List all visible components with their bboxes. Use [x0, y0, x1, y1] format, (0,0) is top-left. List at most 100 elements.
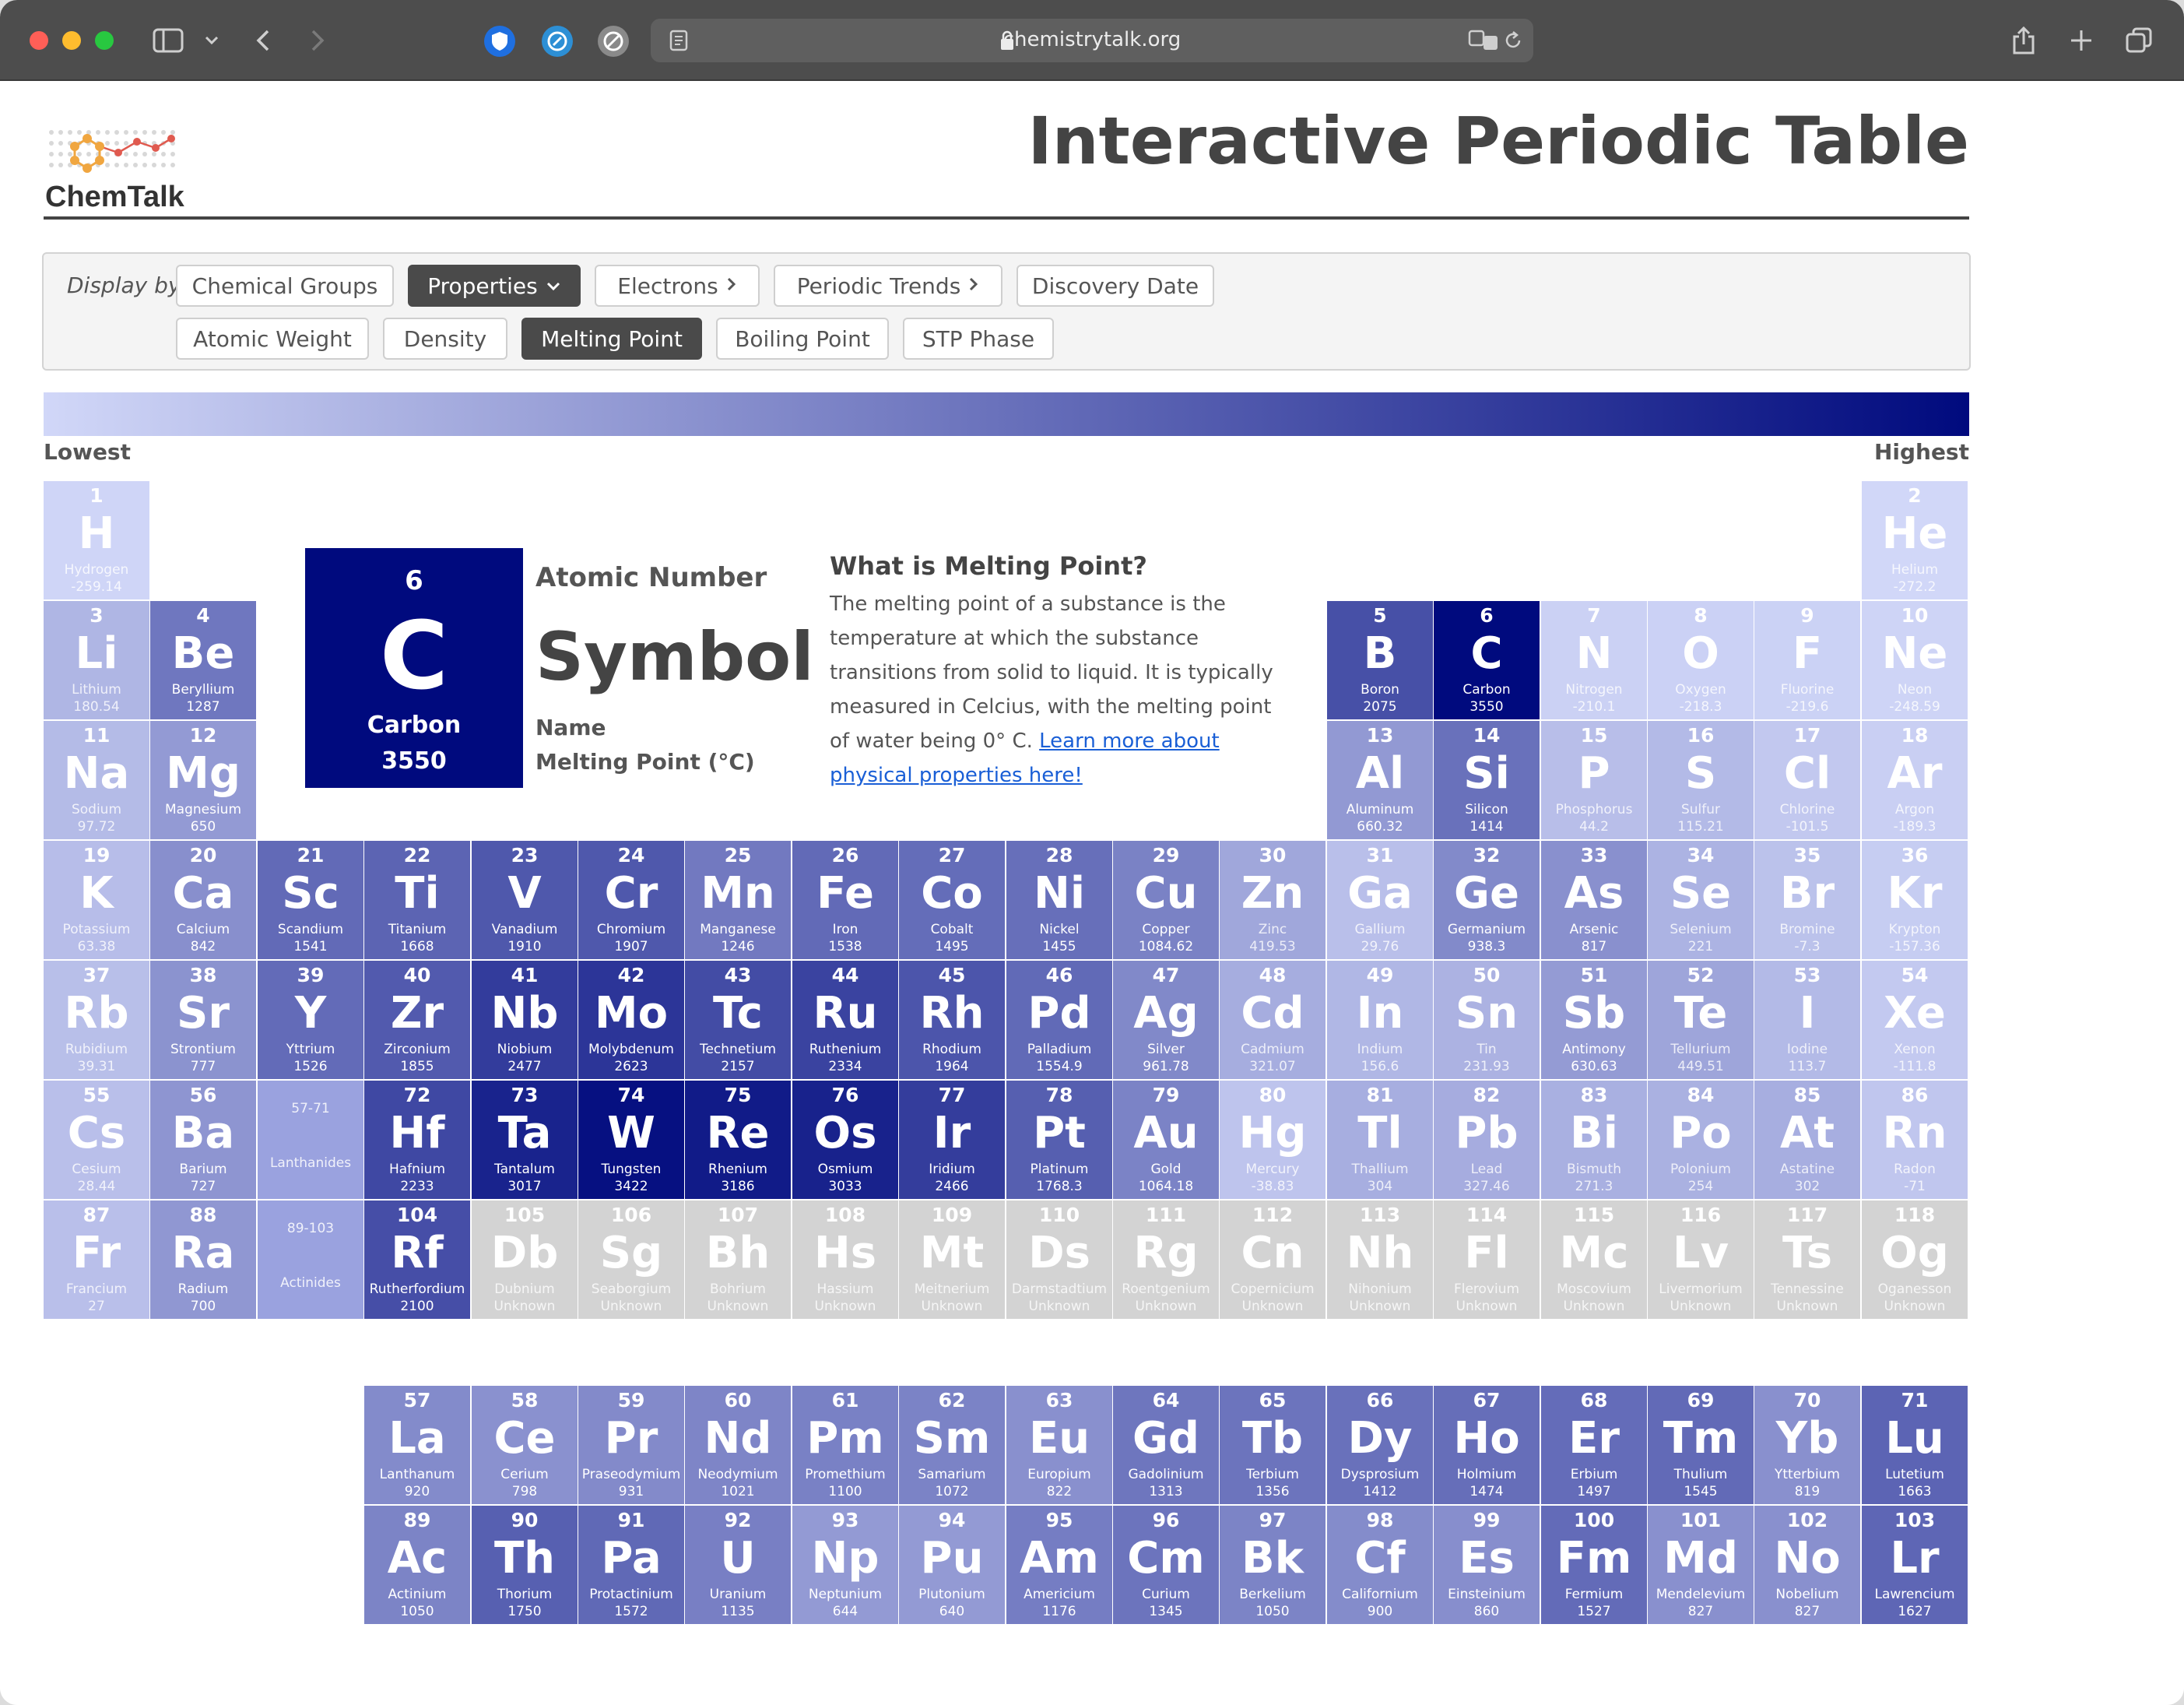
- element-cell-osmium[interactable]: 76 Os Osmium 3033: [792, 1081, 898, 1199]
- element-cell-phosphorus[interactable]: 15 P Phosphorus 44.2: [1541, 721, 1647, 839]
- element-cell-meitnerium[interactable]: 109 Mt Meitnerium Unknown: [899, 1201, 1005, 1319]
- element-cell-bohrium[interactable]: 107 Bh Bohrium Unknown: [685, 1201, 791, 1319]
- atomic-weight-button[interactable]: Atomic Weight: [176, 318, 369, 360]
- element-cell-rubidium[interactable]: 37 Rb Rubidium 39.31: [44, 961, 149, 1079]
- back-arrow-icon[interactable]: [241, 19, 285, 62]
- element-cell-roentgenium[interactable]: 111 Rg Roentgenium Unknown: [1113, 1201, 1219, 1319]
- element-cell-nihonium[interactable]: 113 Nh Nihonium Unknown: [1327, 1201, 1433, 1319]
- chemical-groups-button[interactable]: Chemical Groups: [176, 265, 394, 307]
- element-cell-technetium[interactable]: 43 Tc Technetium 2157: [685, 961, 791, 1079]
- element-cell-cobalt[interactable]: 27 Co Cobalt 1495: [899, 841, 1005, 959]
- privacy-shield-icon[interactable]: [484, 26, 515, 57]
- minimize-window-button[interactable]: [62, 31, 81, 50]
- element-cell-argon[interactable]: 18 Ar Argon -189.3: [1862, 721, 1968, 839]
- element-cell-rutherfordium[interactable]: 104 Rf Rutherfordium 2100: [364, 1201, 470, 1319]
- element-cell-dysprosium[interactable]: 66 Dy Dysprosium 1412: [1327, 1386, 1433, 1504]
- element-cell-thorium[interactable]: 90 Th Thorium 1750: [472, 1506, 578, 1624]
- element-cell-promethium[interactable]: 61 Pm Promethium 1100: [792, 1386, 898, 1504]
- element-cell-lanthanum[interactable]: 57 La Lanthanum 920: [364, 1386, 470, 1504]
- element-cell-samarium[interactable]: 62 Sm Samarium 1072: [899, 1386, 1005, 1504]
- element-cell-plutonium[interactable]: 94 Pu Plutonium 640: [899, 1506, 1005, 1624]
- element-cell-hassium[interactable]: 108 Hs Hassium Unknown: [792, 1201, 898, 1319]
- element-cell-lawrencium[interactable]: 103 Lr Lawrencium 1627: [1862, 1506, 1968, 1624]
- element-cell-flerovium[interactable]: 114 Fl Flerovium Unknown: [1434, 1201, 1540, 1319]
- element-cell-seaborgium[interactable]: 106 Sg Seaborgium Unknown: [578, 1201, 684, 1319]
- element-cell-erbium[interactable]: 68 Er Erbium 1497: [1541, 1386, 1647, 1504]
- element-cell-livermorium[interactable]: 116 Lv Livermorium Unknown: [1648, 1201, 1754, 1319]
- forward-arrow-icon[interactable]: [296, 19, 339, 62]
- element-cell-gallium[interactable]: 31 Ga Gallium 29.76: [1327, 841, 1433, 959]
- element-cell-curium[interactable]: 96 Cm Curium 1345: [1113, 1506, 1219, 1624]
- element-cell-titanium[interactable]: 22 Ti Titanium 1668: [364, 841, 470, 959]
- element-cell-tennessine[interactable]: 117 Ts Tennessine Unknown: [1754, 1201, 1860, 1319]
- element-cell-neptunium[interactable]: 93 Np Neptunium 644: [792, 1506, 898, 1624]
- element-cell-platinum[interactable]: 78 Pt Platinum 1768.3: [1006, 1081, 1112, 1199]
- element-cell-moscovium[interactable]: 115 Mc Moscovium Unknown: [1541, 1201, 1647, 1319]
- element-cell-ruthenium[interactable]: 44 Ru Ruthenium 2334: [792, 961, 898, 1079]
- element-cell-rhodium[interactable]: 45 Rh Rhodium 1964: [899, 961, 1005, 1079]
- element-cell-tellurium[interactable]: 52 Te Tellurium 449.51: [1648, 961, 1754, 1079]
- element-cell-mercury[interactable]: 80 Hg Mercury -38.83: [1220, 1081, 1325, 1199]
- element-cell-americium[interactable]: 95 Am Americium 1176: [1006, 1506, 1112, 1624]
- actinides-placeholder[interactable]: 89-103 Actinides: [258, 1201, 363, 1319]
- element-cell-neon[interactable]: 10 Ne Neon -248.59: [1862, 601, 1968, 719]
- element-cell-fluorine[interactable]: 9 F Fluorine -219.6: [1754, 601, 1860, 719]
- element-cell-lithium[interactable]: 3 Li Lithium 180.54: [44, 601, 149, 719]
- element-cell-tin[interactable]: 50 Sn Tin 231.93: [1434, 961, 1540, 1079]
- element-cell-mendelevium[interactable]: 101 Md Mendelevium 827: [1648, 1506, 1754, 1624]
- element-cell-cerium[interactable]: 58 Ce Cerium 798: [472, 1386, 578, 1504]
- element-cell-copernicium[interactable]: 112 Cn Copernicium Unknown: [1220, 1201, 1325, 1319]
- element-cell-selenium[interactable]: 34 Se Selenium 221: [1648, 841, 1754, 959]
- element-cell-sulfur[interactable]: 16 S Sulfur 115.21: [1648, 721, 1754, 839]
- element-cell-rhenium[interactable]: 75 Re Rhenium 3186: [685, 1081, 791, 1199]
- element-cell-cesium[interactable]: 55 Cs Cesium 28.44: [44, 1081, 149, 1199]
- element-cell-nitrogen[interactable]: 7 N Nitrogen -210.1: [1541, 601, 1647, 719]
- element-cell-berkelium[interactable]: 97 Bk Berkelium 1050: [1220, 1506, 1325, 1624]
- close-window-button[interactable]: [30, 31, 48, 50]
- discovery-date-button[interactable]: Discovery Date: [1017, 265, 1214, 307]
- element-cell-ytterbium[interactable]: 70 Yb Ytterbium 819: [1754, 1386, 1860, 1504]
- properties-dropdown-button[interactable]: Properties: [408, 265, 581, 307]
- element-cell-arsenic[interactable]: 33 As Arsenic 817: [1541, 841, 1647, 959]
- element-cell-niobium[interactable]: 41 Nb Niobium 2477: [472, 961, 578, 1079]
- element-cell-potassium[interactable]: 19 K Potassium 63.38: [44, 841, 149, 959]
- element-cell-astatine[interactable]: 85 At Astatine 302: [1754, 1081, 1860, 1199]
- zoom-window-button[interactable]: [95, 31, 114, 50]
- element-cell-radon[interactable]: 86 Rn Radon -71: [1862, 1081, 1968, 1199]
- new-tab-icon[interactable]: [2059, 19, 2103, 62]
- element-cell-holmium[interactable]: 67 Ho Holmium 1474: [1434, 1386, 1540, 1504]
- element-cell-sodium[interactable]: 11 Na Sodium 97.72: [44, 721, 149, 839]
- element-cell-protactinium[interactable]: 91 Pa Protactinium 1572: [578, 1506, 684, 1624]
- stp-phase-button[interactable]: STP Phase: [903, 318, 1054, 360]
- electrons-button[interactable]: Electrons: [595, 265, 760, 307]
- boiling-point-button[interactable]: Boiling Point: [716, 318, 889, 360]
- element-cell-bromine[interactable]: 35 Br Bromine -7.3: [1754, 841, 1860, 959]
- element-cell-silicon[interactable]: 14 Si Silicon 1414: [1434, 721, 1540, 839]
- element-cell-indium[interactable]: 49 In Indium 156.6: [1327, 961, 1433, 1079]
- element-cell-magnesium[interactable]: 12 Mg Magnesium 650: [150, 721, 256, 839]
- element-cell-actinium[interactable]: 89 Ac Actinium 1050: [364, 1506, 470, 1624]
- density-button[interactable]: Density: [383, 318, 507, 360]
- element-cell-iridium[interactable]: 77 Ir Iridium 2466: [899, 1081, 1005, 1199]
- element-cell-vanadium[interactable]: 23 V Vanadium 1910: [472, 841, 578, 959]
- element-cell-tantalum[interactable]: 73 Ta Tantalum 3017: [472, 1081, 578, 1199]
- chevron-down-icon[interactable]: [190, 19, 233, 62]
- element-cell-darmstadtium[interactable]: 110 Ds Darmstadtium Unknown: [1006, 1201, 1112, 1319]
- element-cell-manganese[interactable]: 25 Mn Manganese 1246: [685, 841, 791, 959]
- element-cell-silver[interactable]: 47 Ag Silver 961.78: [1113, 961, 1219, 1079]
- reload-icon[interactable]: [1491, 19, 1535, 62]
- melting-point-button[interactable]: Melting Point: [521, 318, 702, 360]
- ad-block-icon[interactable]: [598, 26, 629, 57]
- element-cell-beryllium[interactable]: 4 Be Beryllium 1287: [150, 601, 256, 719]
- element-cell-praseodymium[interactable]: 59 Pr Praseodymium 931: [578, 1386, 684, 1504]
- element-cell-germanium[interactable]: 32 Ge Germanium 938.3: [1434, 841, 1540, 959]
- element-cell-aluminum[interactable]: 13 Al Aluminum 660.32: [1327, 721, 1433, 839]
- element-cell-xenon[interactable]: 54 Xe Xenon -111.8: [1862, 961, 1968, 1079]
- element-cell-barium[interactable]: 56 Ba Barium 727: [150, 1081, 256, 1199]
- lanthanides-placeholder[interactable]: 57-71 Lanthanides: [258, 1081, 363, 1199]
- element-cell-radium[interactable]: 88 Ra Radium 700: [150, 1201, 256, 1319]
- element-cell-fermium[interactable]: 100 Fm Fermium 1527: [1541, 1506, 1647, 1624]
- share-icon[interactable]: [2002, 19, 2045, 62]
- element-cell-palladium[interactable]: 46 Pd Palladium 1554.9: [1006, 961, 1112, 1079]
- compass-icon[interactable]: [542, 26, 573, 57]
